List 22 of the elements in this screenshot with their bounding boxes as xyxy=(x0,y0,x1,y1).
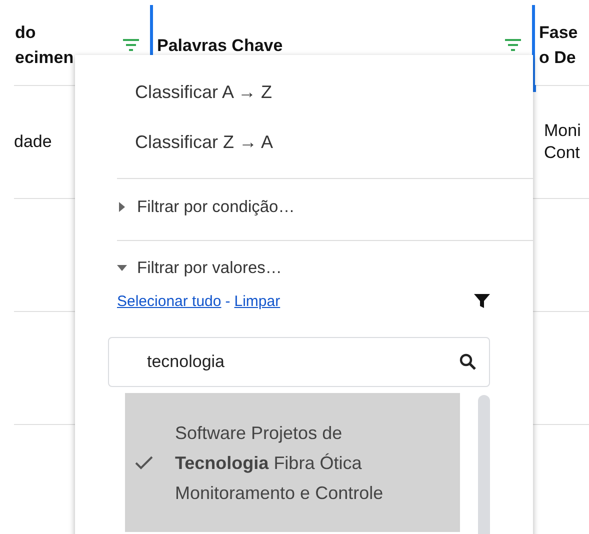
sort-menu-item[interactable]: Classificar Z → A xyxy=(75,117,533,168)
filter-icon[interactable] xyxy=(504,38,522,52)
link-separator: - xyxy=(225,292,230,310)
value-list-item[interactable]: Software Projetos de Tecnologia Fibra Ótica Monitoramento e Controle xyxy=(125,393,460,532)
table-cell: dade xyxy=(14,131,52,153)
search-icon[interactable] xyxy=(459,353,477,371)
funnel-icon[interactable] xyxy=(473,292,491,310)
filter-section-toggle[interactable]: Filtrar por condição… xyxy=(75,185,533,229)
value-label: Software Projetos de Tecnologia Fibra Ótica Monitoramento e Controle xyxy=(175,422,384,505)
caret-down-icon xyxy=(117,263,127,274)
clear-link[interactable]: Limpar xyxy=(234,292,280,310)
select-all-link[interactable]: Selecionar tudo xyxy=(117,292,222,310)
column-header: Palavras Chave xyxy=(157,34,284,56)
search-input[interactable]: tecnologia xyxy=(145,351,459,373)
table-cell: Moni Cont xyxy=(544,120,581,164)
column-header: Fase o De xyxy=(539,22,579,69)
filter-section-toggle[interactable]: Filtrar por valores… xyxy=(75,246,533,290)
filter-icon[interactable] xyxy=(122,38,140,52)
caret-right-icon xyxy=(117,202,127,212)
search-field[interactable]: tecnologia xyxy=(108,336,490,388)
scrollbar[interactable] xyxy=(478,395,490,534)
column-header: do ecimen xyxy=(15,22,75,69)
